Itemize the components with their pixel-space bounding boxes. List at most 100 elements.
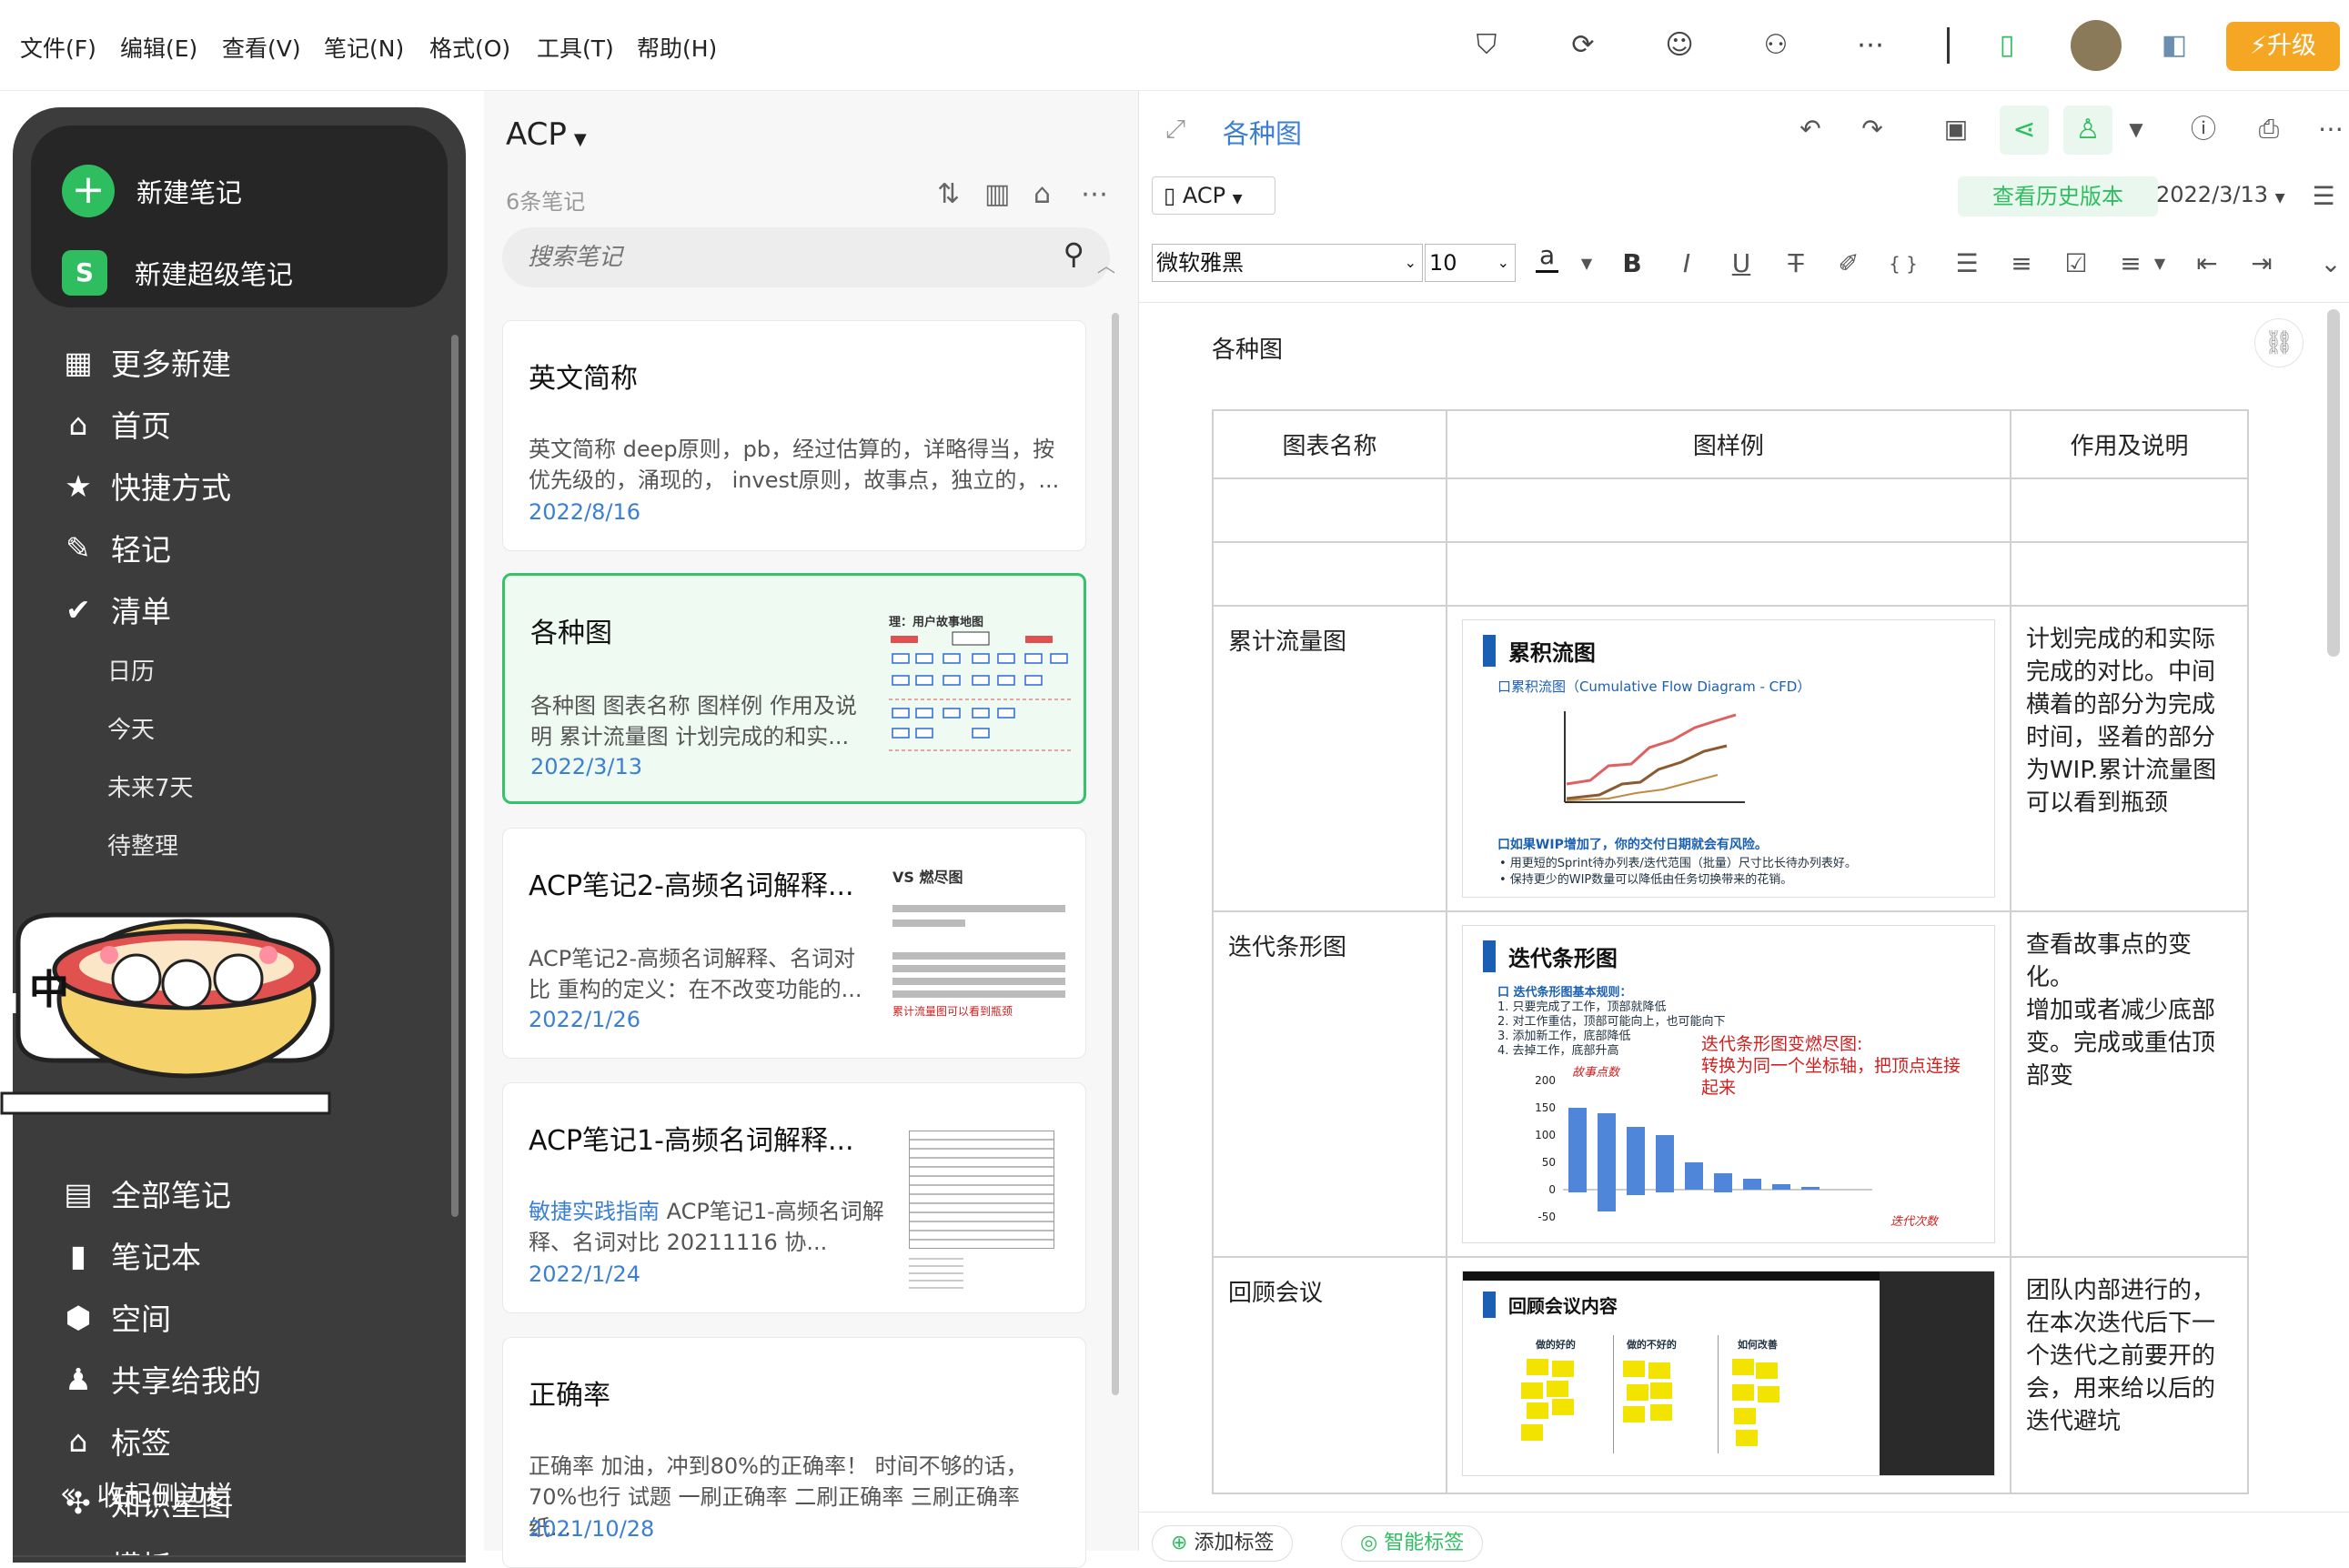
sidebar-item-all-notes[interactable]: ▤ 全部笔记: [60, 1168, 231, 1219]
more-icon[interactable]: ⋯: [2313, 111, 2349, 147]
table-header[interactable]: 图样例: [1445, 409, 2011, 479]
sidebar-item-shared[interactable]: ♟ 共享给我的: [60, 1353, 261, 1404]
table-cell[interactable]: 回顾会议: [1212, 1256, 1447, 1494]
italic-icon[interactable]: I: [1668, 246, 1705, 282]
caret-down-icon[interactable]: ▼: [2118, 111, 2154, 147]
redo-icon[interactable]: ↷: [1854, 111, 1890, 147]
upgrade-button[interactable]: ⚡升级: [2226, 22, 2340, 71]
new-super-note-button[interactable]: S 新建超级笔记: [62, 246, 293, 300]
print-icon[interactable]: ⎙: [2251, 111, 2287, 147]
more-icon[interactable]: ⋯: [1081, 178, 1108, 210]
note-card[interactable]: 正确率 正确率 加油，冲到80%的正确率！ 时间不够的话，70%也行 试题 一刷…: [502, 1337, 1086, 1568]
table-cell[interactable]: [2009, 541, 2250, 607]
menu-format[interactable]: 格式(O): [429, 31, 510, 64]
info-icon[interactable]: ⓘ: [2185, 111, 2222, 147]
sidebar-item-notebooks[interactable]: ▮ 笔记本: [60, 1230, 201, 1281]
diagram-table[interactable]: 图表名称 图样例 作用及说明 累计流量图 累积流图 口累积流图（Cumulati…: [1212, 409, 2250, 1494]
sidebar-item-calendar[interactable]: 日历: [107, 653, 155, 687]
skin-icon[interactable]: ◧: [2156, 27, 2193, 64]
sidebar-item-templates[interactable]: ▭模板: [60, 1539, 171, 1558]
table-cell[interactable]: 迭代条形图: [1212, 910, 1447, 1258]
menu-tools[interactable]: 工具(T): [537, 31, 614, 64]
collapse-sidebar-button[interactable]: «收起侧边栏: [60, 1473, 233, 1513]
link-icon[interactable]: ⛓: [2254, 318, 2304, 367]
sidebar-item-quick-note[interactable]: ✎ 轻记: [60, 522, 171, 573]
caret-down-icon[interactable]: ▼: [1568, 246, 1605, 282]
shield-icon[interactable]: ⛉: [1468, 27, 1505, 64]
note-card[interactable]: ACP笔记1-高频名词解释... 敏捷实践指南 ACP笔记1-高频名词解释、名词…: [502, 1082, 1086, 1313]
table-header[interactable]: 作用及说明: [2009, 409, 2250, 479]
notebook-title[interactable]: ACP ▼: [506, 116, 587, 153]
font-color-button[interactable]: a: [1536, 240, 1559, 273]
sidebar-item-next7days[interactable]: 未来7天: [107, 769, 194, 803]
menu-note[interactable]: 笔记(N): [324, 31, 404, 64]
table-cell[interactable]: [1445, 541, 2011, 607]
table-cell[interactable]: [1212, 541, 1447, 607]
highlighter-icon[interactable]: ✐: [1830, 246, 1867, 282]
search-box[interactable]: ⚲: [502, 227, 1110, 287]
note-card-active[interactable]: 各种图 各种图 图表名称 图样例 作用及说明 累计流量图 计划完成的和实... …: [502, 573, 1086, 804]
bold-icon[interactable]: B: [1614, 246, 1650, 282]
note-card[interactable]: ACP笔记2-高频名词解释... ACP笔记2-高频名词解释、名词对比 重构的定…: [502, 828, 1086, 1059]
sort-icon[interactable]: ⇅: [937, 178, 960, 210]
emoji-icon[interactable]: ☺: [1661, 27, 1698, 64]
table-cell[interactable]: [1445, 477, 2011, 543]
list-scrollbar[interactable]: [1112, 313, 1119, 1395]
table-cell[interactable]: 迭代条形图 口 迭代条形图基本规则： 1. 只要完成了工作，顶部就降低 2. 对…: [1445, 910, 2011, 1258]
numbered-list-icon[interactable]: ≡: [2003, 246, 2040, 282]
checkbox-icon[interactable]: ☑: [2058, 246, 2094, 282]
table-cell[interactable]: 查看故事点的变化。 增加或者减少底部变。完成或重估顶部变: [2009, 910, 2250, 1258]
table-cell[interactable]: 累积流图 口累积流图（Cumulative Flow Diagram - CFD…: [1445, 605, 2011, 912]
underline-icon[interactable]: U: [1723, 246, 1759, 282]
phone-icon[interactable]: ▯: [1989, 27, 2025, 64]
more-tools-icon[interactable]: ⌄: [2313, 246, 2349, 282]
undo-icon[interactable]: ↶: [1792, 111, 1829, 147]
table-cell[interactable]: [1212, 477, 1447, 543]
share-icon[interactable]: ⋖: [2000, 106, 2049, 155]
sidebar-item-home[interactable]: ⌂ 首页: [60, 398, 171, 449]
tag-filter-icon[interactable]: ⌂: [1033, 178, 1051, 210]
table-header[interactable]: 图表名称: [1212, 409, 1447, 479]
outdent-icon[interactable]: ⇤: [2189, 246, 2225, 282]
font-size-select[interactable]: 10 ⌄: [1425, 244, 1516, 282]
font-family-select[interactable]: 微软雅黑 ⌄: [1152, 244, 1423, 282]
indent-icon[interactable]: ⇥: [2243, 246, 2280, 282]
chevron-up-icon[interactable]: ︿: [1097, 251, 1115, 277]
doc-heading[interactable]: 各种图: [1212, 331, 1283, 365]
search-input[interactable]: [526, 238, 1017, 276]
table-cell[interactable]: 团队内部进行的，在本次迭代后下一个迭代之前要开的会，用来给以后的迭代避坑: [2009, 1256, 2250, 1494]
menu-edit[interactable]: 编辑(E): [120, 31, 197, 64]
sidebar-item-checklist[interactable]: ✔ 清单: [60, 584, 171, 635]
table-cell[interactable]: [2009, 477, 2250, 543]
menu-file[interactable]: 文件(F): [20, 31, 96, 64]
sidebar-item-inbox[interactable]: 待整理: [107, 828, 178, 861]
bullet-list-icon[interactable]: ☰: [1949, 246, 1985, 282]
sidebar-scrollbar[interactable]: [451, 335, 459, 1217]
history-button[interactable]: 查看历史版本: [1958, 176, 2158, 216]
menu-help[interactable]: 帮助(H): [637, 31, 717, 64]
strikethrough-icon[interactable]: T: [1778, 246, 1814, 282]
table-cell[interactable]: 回顾会议内容 做的好的 做的不好的 如何改善: [1445, 1256, 2011, 1494]
outline-icon[interactable]: ☰: [2305, 178, 2342, 215]
sidebar-item-shortcuts[interactable]: ★ 快捷方式: [60, 460, 231, 511]
layout-icon[interactable]: ▥: [984, 178, 1010, 210]
more-circle-icon[interactable]: ⋯: [1852, 27, 1889, 64]
add-tag-button[interactable]: ⊕ 添加标签: [1152, 1525, 1294, 1562]
caret-down-icon[interactable]: ▼: [2142, 246, 2178, 282]
note-link[interactable]: 敏捷实践指南: [529, 1199, 660, 1224]
collaborate-icon[interactable]: ♙: [2063, 106, 2112, 155]
note-title-field[interactable]: 各种图: [1223, 113, 1302, 151]
date-select[interactable]: 2022/3/13 ▼: [2156, 182, 2284, 207]
sync-icon[interactable]: ⟳: [1565, 27, 1601, 64]
expand-icon[interactable]: ⤢: [1157, 111, 1194, 147]
note-card[interactable]: 英文简称 英文简称 deep原则，pb，经过估算的，详略得当，按优先级的，涌现的…: [502, 320, 1086, 551]
sidebar-item-today[interactable]: 今天: [107, 711, 155, 745]
sidebar-item-tags[interactable]: ⌂ 标签: [60, 1415, 171, 1466]
menu-view[interactable]: 查看(V): [222, 31, 301, 64]
code-icon[interactable]: { }: [1885, 246, 1921, 282]
editor-scrollbar[interactable]: [2327, 309, 2340, 657]
table-cell[interactable]: 累计流量图: [1212, 605, 1447, 912]
present-icon[interactable]: ▣: [1938, 111, 1974, 147]
new-note-button[interactable]: + 新建笔记: [62, 164, 242, 218]
table-cell[interactable]: 计划完成的和实际完成的对比。中间横着的部分为完成时间，竖着的部分为WIP.累计流…: [2009, 605, 2250, 912]
